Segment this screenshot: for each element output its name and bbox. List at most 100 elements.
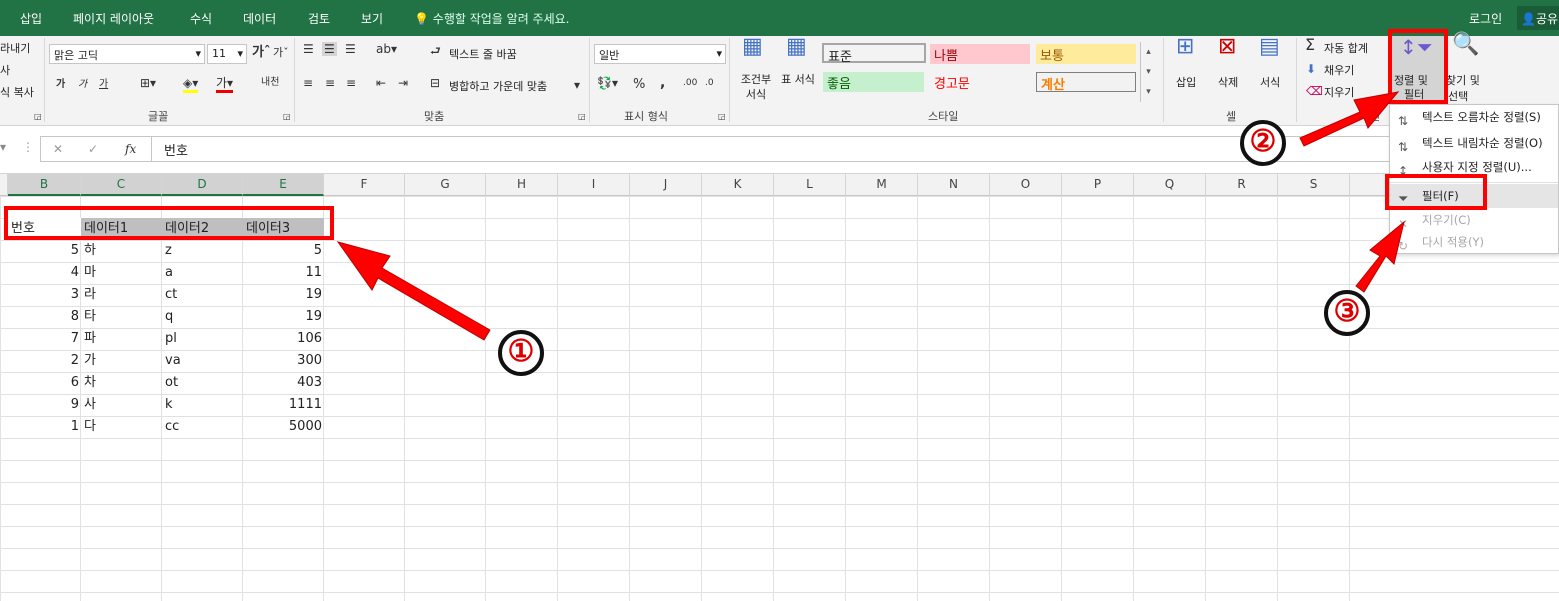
column-header-b[interactable]: B xyxy=(8,174,81,196)
data2-cell[interactable]: k xyxy=(162,394,243,416)
share-button[interactable]: 👤공유 xyxy=(1517,6,1559,30)
data1-cell[interactable]: 차 xyxy=(81,372,162,394)
column-header-f[interactable]: F xyxy=(324,174,405,196)
decrease-indent-icon[interactable]: ⇤ xyxy=(376,76,386,90)
column-header-o[interactable]: O xyxy=(990,174,1062,196)
data3-cell[interactable]: 5000 xyxy=(243,416,324,438)
enter-icon[interactable]: ✓ xyxy=(88,142,98,156)
data2-cell[interactable]: pl xyxy=(162,328,243,350)
wrap-text-button[interactable]: 텍스트 줄 바꿈 xyxy=(449,46,517,62)
tell-me-box[interactable]: 💡 수행할 작업을 알려 주세요. xyxy=(414,10,569,27)
dialog-launcher-icon[interactable]: ◲ xyxy=(34,110,42,124)
number-cell[interactable]: 6 xyxy=(8,372,81,394)
column-header-m[interactable]: M xyxy=(846,174,918,196)
dialog-launcher-icon[interactable]: ◲ xyxy=(718,110,726,124)
insert-cells-button[interactable]: 삽입 xyxy=(1176,74,1196,90)
bold-button[interactable]: 가 xyxy=(56,78,65,92)
clear-filter-item[interactable]: ✕ 지우기(C) xyxy=(1390,208,1558,232)
login-link[interactable]: 로그인 xyxy=(1469,10,1502,27)
data1-cell[interactable]: 파 xyxy=(81,328,162,350)
data3-cell[interactable]: 19 xyxy=(243,306,324,328)
format-cells-button[interactable]: 서식 xyxy=(1260,74,1280,90)
number-cell[interactable]: 2 xyxy=(8,350,81,372)
data2-cell[interactable]: cc xyxy=(162,416,243,438)
number-cell[interactable]: 1 xyxy=(8,416,81,438)
data2-cell[interactable]: q xyxy=(162,306,243,328)
data2-cell[interactable]: va xyxy=(162,350,243,372)
data3-cell[interactable]: 300 xyxy=(243,350,324,372)
formula-input[interactable]: 번호 xyxy=(152,136,1559,162)
insert-function-button[interactable]: fx xyxy=(125,142,136,156)
percent-button[interactable]: % xyxy=(633,78,645,92)
number-cell[interactable]: 3 xyxy=(8,284,81,306)
italic-button[interactable]: 가 xyxy=(78,78,87,92)
phonetic-button[interactable]: 내천 xyxy=(261,76,279,90)
style-warning[interactable]: 경고문 xyxy=(930,72,1030,92)
style-normal[interactable]: 표준 xyxy=(822,43,926,65)
fill-color-icon[interactable]: ◈▾ xyxy=(183,76,199,93)
currency-icon[interactable]: 💱▾ xyxy=(597,76,618,90)
chevron-down-icon[interactable]: ▾ xyxy=(574,78,580,92)
cut-button[interactable]: 라내기 xyxy=(0,40,30,56)
comma-button[interactable]: , xyxy=(660,76,665,90)
sort-descending-item[interactable]: ⇅ 텍스트 내림차순 정렬(O) xyxy=(1390,131,1558,155)
tab-formulas[interactable]: 수식 xyxy=(190,10,212,27)
namebox-chevron-icon[interactable]: ▾ xyxy=(0,140,6,154)
data2-cell[interactable]: ot xyxy=(162,372,243,394)
find-select-label-2[interactable]: 선택 xyxy=(1448,88,1468,104)
style-bad[interactable]: 나쁨 xyxy=(930,44,1030,64)
align-top-icon[interactable]: ☰ xyxy=(303,42,314,56)
autosum-button[interactable]: 자동 합계 xyxy=(1324,40,1368,56)
cancel-icon[interactable]: ✕ xyxy=(53,142,63,156)
grow-font-icon[interactable]: 가ˆ xyxy=(252,46,270,60)
data2-cell[interactable]: z xyxy=(162,240,243,262)
underline-button[interactable]: 가 xyxy=(99,78,108,92)
data2-cell[interactable]: a xyxy=(162,262,243,284)
style-neutral[interactable]: 보통 xyxy=(1036,44,1136,64)
column-header-s[interactable]: S xyxy=(1278,174,1350,196)
decrease-decimal-icon[interactable]: .0 xyxy=(705,76,714,90)
data1-cell[interactable]: 라 xyxy=(81,284,162,306)
data1-cell[interactable]: 마 xyxy=(81,262,162,284)
align-left-icon[interactable]: ≡ xyxy=(303,76,313,90)
column-header-p[interactable]: P xyxy=(1062,174,1134,196)
conditional-format-button[interactable]: 조건부 서식 xyxy=(736,72,776,102)
style-gallery-scroll[interactable]: ▴ ▾ ▾ xyxy=(1140,42,1156,102)
orientation-icon[interactable]: ab▾ xyxy=(376,42,397,56)
number-cell[interactable]: 9 xyxy=(8,394,81,416)
column-header-j[interactable]: J xyxy=(630,174,702,196)
tab-data[interactable]: 데이터 xyxy=(243,10,276,27)
tab-review[interactable]: 검토 xyxy=(308,10,330,27)
data1-cell[interactable]: 가 xyxy=(81,350,162,372)
increase-indent-icon[interactable]: ⇥ xyxy=(398,76,408,90)
font-color-icon[interactable]: 가▾ xyxy=(216,76,234,93)
data3-cell[interactable]: 19 xyxy=(243,284,324,306)
data1-cell[interactable]: 사 xyxy=(81,394,162,416)
table-format-button[interactable]: 표 서식 xyxy=(780,72,816,87)
row-header-corner[interactable] xyxy=(0,174,8,196)
column-header-n[interactable]: N xyxy=(918,174,990,196)
border-icon[interactable]: ⊞▾ xyxy=(140,76,156,90)
font-name-select[interactable]: 맑은 고딕 ▾ xyxy=(49,44,205,64)
find-select-label-1[interactable]: 찾기 및 xyxy=(1446,72,1480,88)
align-center-icon[interactable]: ≡ xyxy=(325,76,335,90)
column-header-q[interactable]: Q xyxy=(1134,174,1206,196)
data2-cell[interactable]: ct xyxy=(162,284,243,306)
column-header-k[interactable]: K xyxy=(702,174,774,196)
column-header-r[interactable]: R xyxy=(1206,174,1278,196)
data3-cell[interactable]: 5 xyxy=(243,240,324,262)
delete-cells-button[interactable]: 삭제 xyxy=(1218,74,1238,90)
data1-cell[interactable]: 다 xyxy=(81,416,162,438)
data3-cell[interactable]: 106 xyxy=(243,328,324,350)
column-header-g[interactable]: G xyxy=(405,174,486,196)
data3-cell[interactable]: 1111 xyxy=(243,394,324,416)
tab-page-layout[interactable]: 페이지 레이아웃 xyxy=(73,10,154,27)
tab-view[interactable]: 보기 xyxy=(361,10,383,27)
reapply-item[interactable]: ↻ 다시 적용(Y) xyxy=(1390,230,1558,254)
column-header-h[interactable]: H xyxy=(486,174,558,196)
data3-cell[interactable]: 403 xyxy=(243,372,324,394)
dialog-launcher-icon[interactable]: ◲ xyxy=(283,110,291,124)
number-format-select[interactable]: 일반 ▾ xyxy=(594,44,726,64)
fill-button[interactable]: 채우기 xyxy=(1324,62,1354,78)
number-cell[interactable]: 7 xyxy=(8,328,81,350)
